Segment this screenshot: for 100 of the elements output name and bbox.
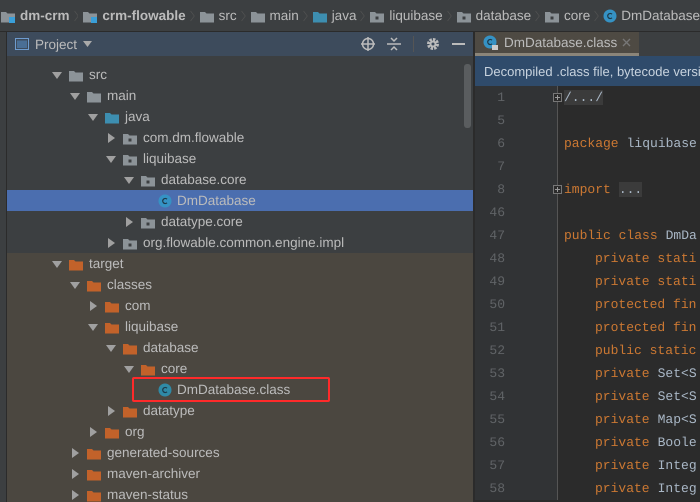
code-keyword: private stati: [595, 274, 696, 289]
tree-row[interactable]: java: [7, 106, 473, 127]
tree-row[interactable]: DmDatabase.class: [7, 379, 473, 400]
tree-item-label[interactable]: com.dm.flowable: [143, 130, 244, 145]
collapsed-arrow-icon[interactable]: [123, 216, 135, 228]
code-keyword: private: [595, 389, 650, 404]
code-keyword: private: [595, 412, 650, 427]
breadcrumb-item[interactable]: DmDatabase: [621, 8, 700, 23]
breadcrumb-item[interactable]: database: [476, 8, 532, 23]
breadcrumb-item[interactable]: crm-flowable: [102, 8, 186, 23]
tree-item-label[interactable]: liquibase: [143, 151, 196, 166]
tree-item-label[interactable]: classes: [107, 277, 152, 292]
breadcrumb-item[interactable]: java: [332, 8, 356, 23]
tree-item-label[interactable]: org.flowable.common.engine.impl: [143, 235, 344, 250]
tree-row[interactable]: core: [7, 358, 473, 379]
collapsed-arrow-icon[interactable]: [105, 404, 117, 416]
tree-row[interactable]: database.core: [7, 169, 473, 190]
code-keyword: import: [564, 182, 611, 197]
code-keyword: package: [564, 136, 619, 151]
code-keyword: private stati: [595, 251, 696, 266]
settings-icon[interactable]: [426, 37, 440, 51]
class-icon: [483, 34, 499, 50]
tree-item-label[interactable]: java: [125, 109, 150, 124]
tree-row[interactable]: main: [7, 85, 473, 106]
editor-tab[interactable]: DmDatabase.class: [475, 32, 640, 56]
tree-item-label[interactable]: DmDatabase: [177, 193, 256, 208]
code-text: liquibase: [626, 136, 697, 151]
tree-item-label[interactable]: target: [89, 256, 124, 271]
tree-row[interactable]: liquibase: [7, 316, 473, 337]
breadcrumb-item[interactable]: main: [270, 8, 299, 23]
tree-item-label[interactable]: datatype: [143, 403, 195, 418]
code-keyword: public static: [595, 343, 696, 358]
code-keyword: private: [595, 458, 650, 473]
tree-item-label[interactable]: maven-archiver: [107, 466, 200, 481]
tree-item-label[interactable]: main: [107, 88, 136, 103]
tree-item-label[interactable]: database: [143, 340, 199, 355]
tree-row[interactable]: com: [7, 295, 473, 316]
tree-item-label[interactable]: datatype.core: [161, 214, 243, 229]
code-text: Integ: [658, 481, 697, 496]
selected-tree-row[interactable]: DmDatabase: [7, 190, 473, 211]
tree-item-label[interactable]: DmDatabase.class: [177, 382, 290, 397]
fold-plus-icon[interactable]: [553, 185, 562, 194]
tree-row[interactable]: org.flowable.common.engine.impl: [7, 232, 473, 253]
info-banner: Decompiled .class file, bytecode versi: [475, 56, 700, 86]
collapsed-arrow-icon[interactable]: [69, 488, 81, 500]
collapsed-arrow-icon[interactable]: [105, 236, 117, 248]
code-text: Map<S: [658, 412, 697, 427]
tree-row[interactable]: liquibase: [7, 148, 473, 169]
scrollbar-thumb[interactable]: [464, 64, 471, 128]
tree-item-label[interactable]: src: [89, 67, 107, 82]
tree-row[interactable]: datatype.core: [7, 211, 473, 232]
code-text: Set<S: [658, 366, 697, 381]
tree-row[interactable]: database: [7, 337, 473, 358]
fold-plus-icon[interactable]: [553, 93, 562, 102]
code-text: DmDa: [666, 228, 697, 243]
breadcrumb-item[interactable]: dm-crm: [20, 8, 70, 23]
dropdown-caret-icon[interactable]: [83, 41, 92, 47]
collapse-icon[interactable]: [387, 37, 401, 51]
tree-row[interactable]: org: [7, 421, 473, 442]
tree-row[interactable]: target: [7, 253, 473, 274]
collapsed-arrow-icon[interactable]: [105, 132, 117, 144]
tree-item-label[interactable]: liquibase: [125, 319, 178, 334]
tree-row[interactable]: generated-sources: [7, 442, 473, 463]
code-text: Set<S: [658, 389, 697, 404]
code-text: Boole: [658, 435, 697, 450]
tree-row[interactable]: com.dm.flowable: [7, 127, 473, 148]
class-icon: [158, 194, 172, 208]
folded-code: ...: [618, 182, 642, 197]
crosshair-icon[interactable]: [361, 37, 375, 51]
code-keyword: private: [595, 481, 650, 496]
tree-item-label[interactable]: core: [161, 361, 188, 376]
breadcrumb-item[interactable]: liquibase: [389, 8, 443, 23]
class-file-icon: [158, 382, 172, 396]
minimize-icon[interactable]: [452, 42, 465, 46]
folded-code: /.../: [564, 90, 604, 105]
tree-row[interactable]: classes: [7, 274, 473, 295]
tree-item-label[interactable]: generated-sources: [107, 445, 220, 460]
tree-row[interactable]: datatype: [7, 400, 473, 421]
code-keyword: private: [595, 435, 650, 450]
tree-row[interactable]: maven-status: [7, 484, 473, 502]
collapsed-arrow-icon[interactable]: [87, 426, 99, 438]
tree-item-label[interactable]: org: [125, 424, 145, 439]
tree-row[interactable]: src: [7, 64, 473, 85]
code-keyword: protected fin: [595, 320, 696, 335]
breadcrumb-item[interactable]: src: [218, 8, 237, 23]
panel-title[interactable]: Project: [35, 36, 78, 52]
code-keyword: protected fin: [595, 297, 696, 312]
tree-row[interactable]: maven-archiver: [7, 463, 473, 484]
code-keyword: public class: [564, 228, 658, 243]
tree-item-label[interactable]: database.core: [161, 172, 247, 187]
breadcrumb-item[interactable]: core: [564, 8, 590, 23]
collapsed-arrow-icon[interactable]: [87, 300, 99, 312]
code-keyword: private: [595, 366, 650, 381]
class-icon: [603, 8, 618, 22]
collapsed-arrow-icon[interactable]: [69, 468, 81, 480]
tree-item-label[interactable]: maven-status: [107, 487, 188, 502]
tree-item-label[interactable]: com: [125, 298, 151, 313]
collapsed-arrow-icon[interactable]: [69, 446, 81, 458]
window-icon: [15, 38, 29, 50]
code-text: Integ: [658, 458, 697, 473]
